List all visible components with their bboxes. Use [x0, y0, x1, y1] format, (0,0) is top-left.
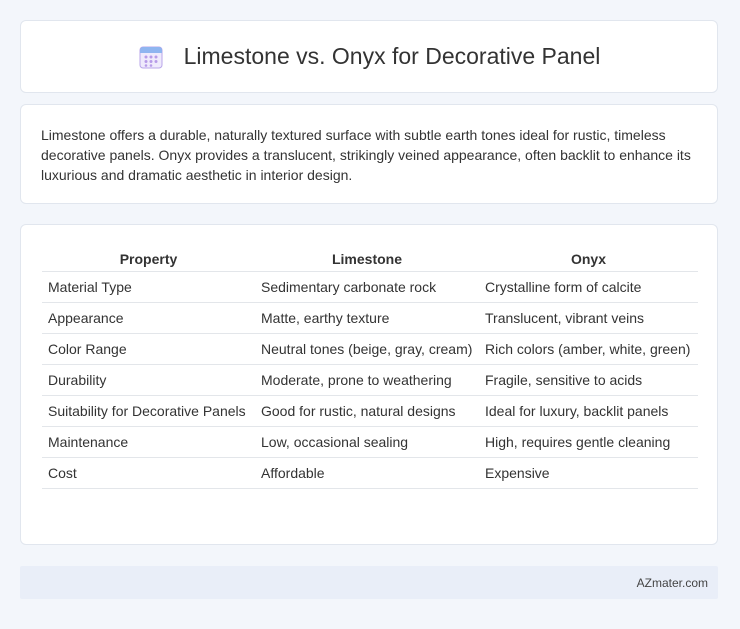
- column-header-property: Property: [42, 247, 255, 272]
- property-cell: Durability: [42, 365, 255, 396]
- limestone-cell: Neutral tones (beige, gray, cream): [255, 334, 479, 365]
- title-card: Limestone vs. Onyx for Decorative Panel: [20, 20, 718, 93]
- limestone-cell: Sedimentary carbonate rock: [255, 272, 479, 303]
- limestone-cell: Low, occasional sealing: [255, 427, 479, 458]
- table-row: Maintenance Low, occasional sealing High…: [42, 427, 698, 458]
- limestone-cell: Moderate, prone to weathering: [255, 365, 479, 396]
- table-row: Suitability for Decorative Panels Good f…: [42, 396, 698, 427]
- table-row: Material Type Sedimentary carbonate rock…: [42, 272, 698, 303]
- intro-text: Limestone offers a durable, naturally te…: [41, 127, 691, 183]
- property-cell: Cost: [42, 458, 255, 489]
- onyx-cell: Translucent, vibrant veins: [479, 303, 698, 334]
- column-header-onyx: Onyx: [479, 247, 698, 272]
- comparison-card: Property Limestone Onyx Material Type Se…: [20, 224, 718, 545]
- limestone-cell: Affordable: [255, 458, 479, 489]
- page-title: Limestone vs. Onyx for Decorative Panel: [183, 43, 601, 69]
- property-cell: Maintenance: [42, 427, 255, 458]
- limestone-cell: Good for rustic, natural designs: [255, 396, 479, 427]
- property-cell: Suitability for Decorative Panels: [42, 396, 255, 427]
- onyx-cell: High, requires gentle cleaning: [479, 427, 698, 458]
- comparison-table: Property Limestone Onyx Material Type Se…: [42, 247, 698, 489]
- footer-bar: AZmater.com: [20, 566, 718, 599]
- property-cell: Material Type: [42, 272, 255, 303]
- table-row: Color Range Neutral tones (beige, gray, …: [42, 334, 698, 365]
- onyx-cell: Rich colors (amber, white, green): [479, 334, 698, 365]
- onyx-cell: Expensive: [479, 458, 698, 489]
- onyx-cell: Fragile, sensitive to acids: [479, 365, 698, 396]
- onyx-cell: Crystalline form of calcite: [479, 272, 698, 303]
- limestone-cell: Matte, earthy texture: [255, 303, 479, 334]
- property-cell: Appearance: [42, 303, 255, 334]
- table-row: Durability Moderate, prone to weathering…: [42, 365, 698, 396]
- calendar-icon: [139, 46, 163, 68]
- footer-brand: AZmater.com: [636, 575, 708, 590]
- table-row: Appearance Matte, earthy texture Translu…: [42, 303, 698, 334]
- intro-card: Limestone offers a durable, naturally te…: [20, 104, 718, 204]
- property-cell: Color Range: [42, 334, 255, 365]
- onyx-cell: Ideal for luxury, backlit panels: [479, 396, 698, 427]
- table-row: Cost Affordable Expensive: [42, 458, 698, 489]
- column-header-limestone: Limestone: [255, 247, 479, 272]
- table-header-row: Property Limestone Onyx: [42, 247, 698, 272]
